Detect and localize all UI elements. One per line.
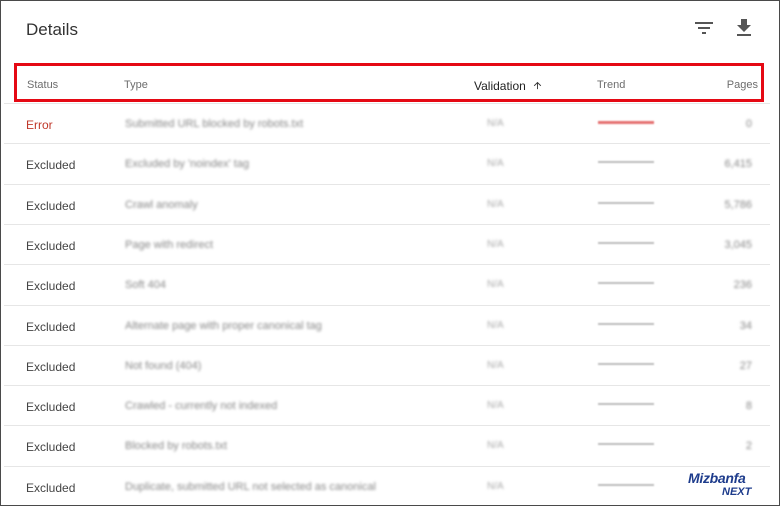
row-validation: N/A (487, 118, 504, 129)
row-type: Crawl anomaly (125, 198, 198, 211)
row-status: Excluded (26, 440, 76, 455)
row-type: Soft 404 (125, 279, 166, 292)
row-validation: N/A (487, 279, 504, 291)
row-validation: N/A (487, 440, 504, 452)
column-pages[interactable]: Pages (727, 79, 758, 91)
row-type: Page with redirect (125, 238, 214, 251)
filter-list-icon[interactable] (692, 16, 716, 40)
row-trend-sparkline (598, 483, 654, 486)
row-pages: 2 (745, 440, 752, 453)
row-trend-sparkline (598, 362, 654, 365)
column-status[interactable]: Status (27, 79, 58, 91)
row-trend-sparkline (598, 282, 654, 285)
row-validation: N/A (487, 158, 504, 170)
row-trend-sparkline (598, 201, 654, 204)
row-trend-sparkline (598, 322, 654, 325)
row-status: Excluded (26, 359, 76, 374)
row-status: Excluded (26, 319, 76, 334)
table-row[interactable]: Excluded Not found (404) N/A 27 (4, 344, 770, 386)
table-row[interactable]: Excluded Crawled - currently not indexed N… (4, 385, 770, 426)
row-validation: N/A (487, 198, 504, 210)
row-status: Excluded (26, 198, 76, 213)
table-row[interactable]: Excluded Crawl anomaly N/A 5,786 (4, 183, 770, 225)
row-status: Excluded (26, 480, 76, 495)
table-row[interactable]: Excluded Alternate page with proper canon… (4, 304, 770, 346)
row-status: Excluded (26, 400, 76, 415)
row-validation: N/A (487, 480, 504, 492)
row-validation: N/A (487, 319, 504, 331)
row-trend-sparkline (598, 241, 654, 244)
row-pages: 5,786 (724, 198, 752, 211)
row-type: Alternate page with proper canonical tag (125, 319, 322, 332)
download-icon[interactable] (732, 16, 756, 40)
row-validation: N/A (487, 238, 504, 250)
table-row[interactable]: Error Submitted URL blocked by robots.txt… (4, 103, 770, 144)
watermark-line2: NEXT (722, 486, 752, 498)
row-type: Blocked by robots.txt (125, 440, 228, 453)
row-trend-sparkline (598, 443, 654, 446)
watermark-line1: Mizbanfa (688, 470, 746, 486)
column-type[interactable]: Type (124, 79, 148, 91)
row-pages: 236 (733, 279, 752, 292)
arrow-upward-icon (533, 81, 541, 90)
row-type: Not found (404) (125, 359, 202, 372)
row-status: Excluded (26, 279, 76, 294)
page-title: Details (26, 20, 78, 39)
row-pages: 34 (739, 319, 752, 332)
row-status: Error (26, 118, 53, 132)
row-trend-sparkline (598, 403, 654, 406)
column-validation[interactable]: Validation (474, 79, 543, 93)
row-type: Submitted URL blocked by robots.txt (125, 118, 304, 130)
row-pages: 6,415 (724, 158, 752, 171)
table-header: Status Type Validation Trend Pages (14, 63, 764, 102)
row-type: Duplicate, submitted URL not selected as… (125, 480, 376, 493)
row-trend-sparkline (598, 121, 654, 124)
table-row[interactable]: Excluded Blocked by robots.txt N/A 2 (4, 425, 770, 466)
table-row[interactable]: Excluded Soft 404 N/A 236 (4, 264, 770, 305)
table-row[interactable]: Excluded Excluded by 'noindex' tag N/A 6,41… (4, 143, 770, 184)
column-trend[interactable]: Trend (597, 79, 625, 91)
table-row[interactable]: Excluded Duplicate, submitted URL not sel… (4, 465, 770, 507)
row-pages: 0 (745, 118, 752, 130)
row-pages: 3,045 (724, 238, 752, 251)
row-validation: N/A (487, 400, 504, 412)
column-validation-label: Validation (474, 79, 526, 93)
row-pages: 27 (739, 359, 752, 372)
row-trend-sparkline (598, 161, 654, 164)
row-status: Excluded (26, 238, 76, 253)
row-pages: 8 (745, 400, 752, 413)
row-status: Excluded (26, 158, 76, 173)
row-type: Excluded by 'noindex' tag (125, 158, 250, 171)
row-validation: N/A (487, 359, 504, 371)
watermark-logo: Mizbanfa NEXT (688, 470, 768, 502)
table-row[interactable]: Excluded Page with redirect N/A 3,045 (4, 223, 770, 265)
row-type: Crawled - currently not indexed (125, 400, 278, 413)
